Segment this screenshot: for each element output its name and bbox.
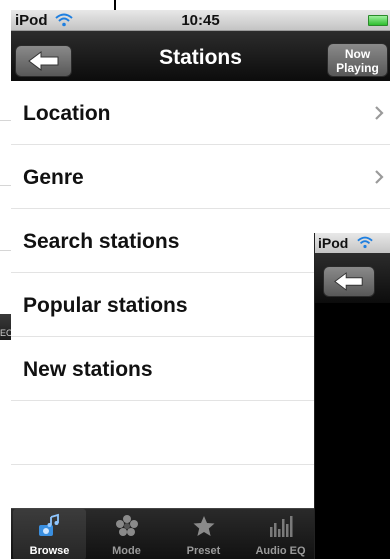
status-time: 10:45 <box>181 12 220 29</box>
navigation-bar: Stations Now Playing <box>11 31 390 81</box>
tab-label: Browse <box>29 545 70 557</box>
battery-icon <box>368 15 388 26</box>
tab-label: Audio EQ <box>255 545 306 557</box>
mode-flower-icon <box>116 515 138 536</box>
carrier-label: iPod <box>318 235 349 251</box>
background-top-strip <box>12 0 390 10</box>
back-arrow-icon <box>334 272 363 291</box>
list-item-label: Popular stations <box>23 294 188 317</box>
tab-preset[interactable]: Preset <box>167 509 240 559</box>
navigation-bar <box>315 253 390 303</box>
star-icon <box>193 516 215 536</box>
list-item-location[interactable]: Location <box>11 81 390 145</box>
list-item-label: Location <box>23 102 111 125</box>
chevron-right-icon <box>375 170 384 184</box>
list-item-label: New stations <box>23 358 153 381</box>
list-item-label: Genre <box>23 166 84 189</box>
back-button[interactable] <box>323 266 375 297</box>
now-playing-button[interactable]: Now Playing <box>327 43 388 77</box>
equalizer-icon <box>270 516 293 537</box>
chevron-right-icon <box>375 106 384 120</box>
tab-label: Preset <box>186 545 221 557</box>
now-playing-label-line2: Playing <box>336 61 379 75</box>
status-bar: iPod 10:45 <box>11 10 390 31</box>
radio-music-icon <box>39 513 59 536</box>
status-bar: iPod <box>315 233 390 253</box>
list-item-genre[interactable]: Genre <box>11 145 390 209</box>
tab-audio-eq[interactable]: Audio EQ <box>244 509 317 559</box>
tab-browse[interactable]: Browse <box>13 509 86 559</box>
tab-label: Mode <box>112 545 141 557</box>
wifi-icon <box>357 236 373 249</box>
list-item-label: Search stations <box>23 230 180 253</box>
now-playing-label-line1: Now <box>344 47 371 61</box>
tab-mode[interactable]: Mode <box>90 509 163 559</box>
overlapping-second-screen: iPod <box>314 233 390 559</box>
